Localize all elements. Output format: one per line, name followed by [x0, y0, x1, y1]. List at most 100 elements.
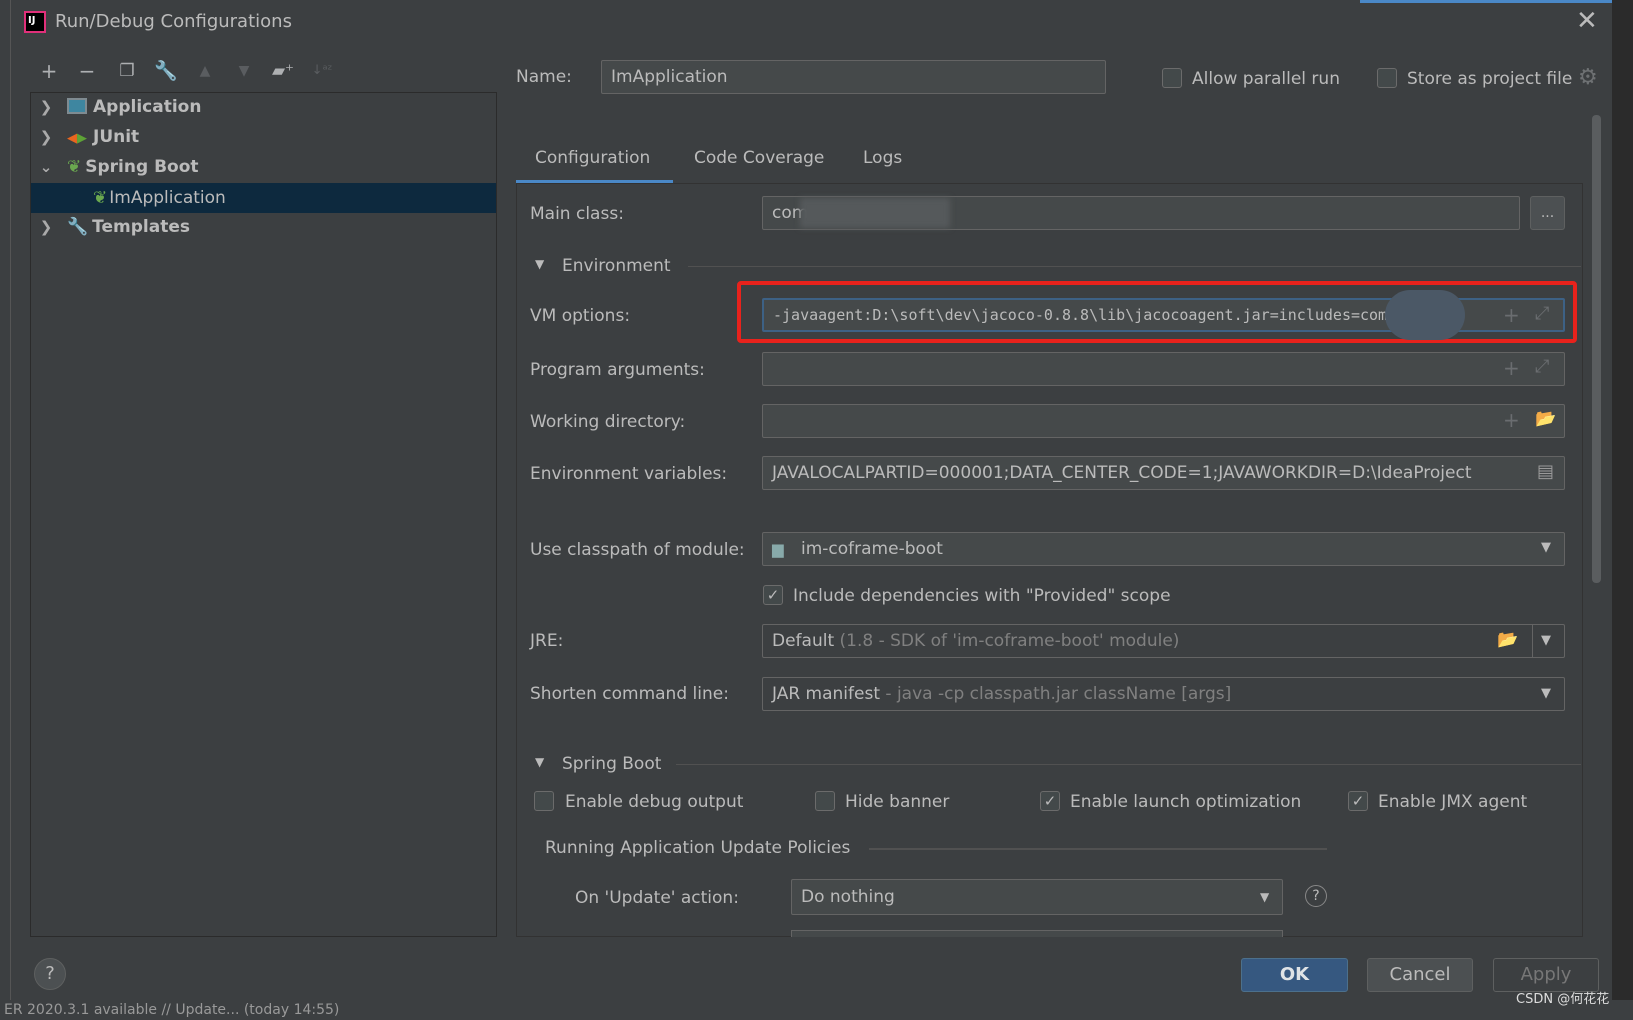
- help-button[interactable]: ?: [34, 958, 66, 990]
- copy-icon[interactable]: ❐: [115, 59, 139, 83]
- hide-banner-checkbox[interactable]: [815, 791, 835, 811]
- jre-dropdown[interactable]: Default (1.8 - SDK of 'im-coframe-boot' …: [762, 624, 1565, 658]
- classpath-module-dropdown[interactable]: im-coframe-boot: [762, 532, 1565, 566]
- chevron-right-icon[interactable]: ❯: [31, 212, 61, 242]
- tree-item-label: ImApplication: [109, 188, 226, 208]
- expand-icon[interactable]: ⤢: [1535, 303, 1549, 324]
- name-input[interactable]: ImApplication: [601, 60, 1106, 94]
- working-directory-label: Working directory:: [530, 412, 686, 432]
- spring-boot-icon: ❦: [93, 188, 108, 208]
- plus-icon[interactable]: +: [37, 59, 61, 83]
- program-arguments-label: Program arguments:: [530, 360, 705, 380]
- tree-item-label: Spring Boot: [85, 157, 199, 177]
- chevron-down-icon[interactable]: ⌄: [31, 152, 61, 182]
- redaction-blur: [1385, 290, 1465, 340]
- browse-main-class-button[interactable]: ...: [1530, 196, 1565, 230]
- tab-code-coverage[interactable]: Code Coverage: [694, 148, 824, 168]
- edit-list-icon[interactable]: ▤: [1537, 461, 1554, 482]
- environment-variables-input[interactable]: JAVALOCALPARTID=000001;DATA_CENTER_CODE=…: [762, 456, 1565, 490]
- plus-icon[interactable]: +: [1503, 356, 1520, 380]
- classpath-module-label: Use classpath of module:: [530, 540, 745, 560]
- program-arguments-input[interactable]: [762, 352, 1565, 386]
- enable-jmx-agent-label: Enable JMX agent: [1378, 792, 1528, 812]
- folder-icon[interactable]: 📂: [1535, 409, 1556, 429]
- wrench-icon[interactable]: 🔧: [154, 59, 178, 83]
- move-up-icon: ▲: [199, 63, 211, 79]
- allow-parallel-run-checkbox[interactable]: [1162, 68, 1182, 88]
- module-icon: ▆: [772, 540, 784, 558]
- enable-launch-optimization-checkbox[interactable]: ✓: [1040, 791, 1060, 811]
- ide-background-left: [0, 0, 10, 1020]
- move-down-icon: ▼: [238, 63, 250, 79]
- spring-boot-section-label: Spring Boot: [562, 754, 662, 774]
- enable-launch-optimization-label: Enable launch optimization: [1070, 792, 1302, 812]
- divider: [688, 266, 1581, 267]
- main-class-label: Main class:: [530, 204, 624, 224]
- allow-parallel-run-label: Allow parallel run: [1192, 69, 1340, 89]
- focus-indicator: [1360, 0, 1612, 3]
- sort-icon: ↓ᵃᶻ: [311, 63, 333, 78]
- plus-icon[interactable]: +: [1503, 303, 1520, 327]
- collapse-environment-icon[interactable]: ▼: [535, 257, 544, 271]
- intellij-logo-icon: IJ: [24, 11, 46, 33]
- divider: [676, 764, 1581, 765]
- chevron-down-icon[interactable]: ▼: [1541, 686, 1551, 701]
- ok-button[interactable]: OK: [1241, 958, 1348, 992]
- environment-section-label: Environment: [562, 256, 671, 276]
- chevron-down-icon[interactable]: ▼: [1541, 540, 1551, 555]
- plus-icon[interactable]: +: [1503, 408, 1520, 432]
- apply-button[interactable]: Apply: [1493, 958, 1599, 992]
- gear-icon[interactable]: ⚙: [1578, 65, 1598, 90]
- tree-item-junit[interactable]: ❯ ◀▶ JUnit: [31, 122, 496, 152]
- update-policies-label: Running Application Update Policies: [545, 838, 851, 858]
- tree-item-label: Templates: [92, 217, 190, 237]
- expand-icon[interactable]: ⤢: [1535, 356, 1549, 377]
- jre-hint: (1.8 - SDK of 'im-coframe-boot' module): [839, 631, 1180, 651]
- divider: [869, 848, 1327, 850]
- application-icon: [67, 98, 87, 114]
- divider: [1532, 625, 1533, 657]
- spring-boot-icon: ❦: [67, 157, 82, 177]
- ide-status-bar: ER 2020.3.1 available // Update... (toda…: [0, 1000, 1633, 1020]
- dialog-title: Run/Debug Configurations: [55, 11, 292, 32]
- on-frame-deactivation-dropdown[interactable]: [791, 930, 1283, 937]
- vm-options-label: VM options:: [530, 306, 631, 326]
- on-update-label: On 'Update' action:: [575, 888, 739, 908]
- tree-item-imapplication[interactable]: ❦ ImApplication: [31, 183, 496, 213]
- shorten-hint: - java -cp classpath.jar className [args…: [885, 684, 1232, 704]
- redaction-blur: [800, 198, 950, 228]
- tree-item-application[interactable]: ❯ Application: [31, 92, 496, 122]
- name-label: Name:: [516, 67, 572, 87]
- close-icon[interactable]: ✕: [1576, 6, 1598, 36]
- tree-item-spring-boot[interactable]: ⌄ ❦ Spring Boot: [31, 152, 496, 182]
- tree-item-label: JUnit: [93, 127, 140, 147]
- cancel-button[interactable]: Cancel: [1367, 958, 1473, 992]
- shorten-command-line-dropdown[interactable]: JAR manifest - java -cp classpath.jar cl…: [762, 677, 1565, 711]
- tree-item-templates[interactable]: ❯ 🔧 Templates: [31, 212, 496, 242]
- environment-variables-label: Environment variables:: [530, 464, 728, 484]
- working-directory-input[interactable]: [762, 404, 1565, 438]
- jre-label: JRE:: [530, 631, 564, 651]
- enable-jmx-agent-checkbox[interactable]: ✓: [1348, 791, 1368, 811]
- on-update-dropdown[interactable]: Do nothing: [791, 879, 1283, 915]
- minus-icon[interactable]: −: [75, 59, 99, 83]
- chevron-right-icon[interactable]: ❯: [31, 92, 61, 122]
- chevron-down-icon[interactable]: ▼: [1541, 633, 1551, 648]
- store-as-project-file-checkbox[interactable]: [1377, 68, 1397, 88]
- tab-logs[interactable]: Logs: [863, 148, 902, 168]
- collapse-spring-boot-icon[interactable]: ▼: [535, 755, 544, 769]
- junit-icon: ◀▶: [67, 131, 87, 146]
- wrench-icon: 🔧: [67, 217, 89, 237]
- chevron-down-icon[interactable]: ▼: [1260, 890, 1269, 904]
- scrollbar[interactable]: [1592, 115, 1601, 583]
- help-icon[interactable]: ?: [1305, 885, 1327, 907]
- jre-value: Default: [772, 631, 835, 651]
- include-provided-label: Include dependencies with "Provided" sco…: [793, 586, 1171, 606]
- tree-item-label: Application: [93, 97, 202, 117]
- tab-configuration[interactable]: Configuration: [535, 148, 650, 168]
- chevron-right-icon[interactable]: ❯: [31, 122, 61, 152]
- enable-debug-output-checkbox[interactable]: [534, 791, 554, 811]
- folder-icon[interactable]: 📂: [1497, 630, 1518, 650]
- new-folder-icon[interactable]: ▰⁺: [271, 59, 295, 83]
- include-provided-checkbox[interactable]: ✓: [763, 585, 783, 605]
